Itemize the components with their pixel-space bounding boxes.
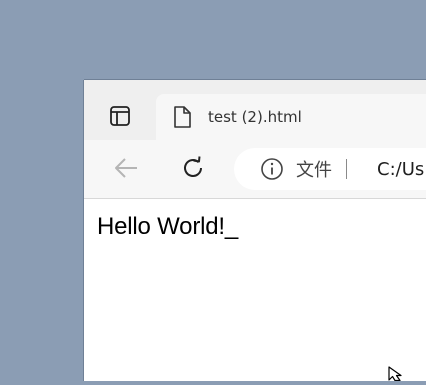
info-icon[interactable] [260,157,284,181]
address-separator [346,159,347,179]
refresh-button[interactable] [175,152,211,188]
back-arrow-icon [113,157,139,183]
page-text: Hello World!_ [97,213,239,240]
tab-actions-icon [109,105,131,131]
tab-active[interactable]: test (2).html [156,94,426,140]
refresh-icon [180,155,206,185]
tab-title: test (2).html [208,108,302,126]
document-icon [172,105,192,129]
tab-actions-button[interactable] [98,100,142,136]
mouse-cursor-icon [388,366,402,382]
back-button[interactable] [108,152,144,188]
address-url[interactable]: C:/Us [377,159,424,180]
browser-window: test (2).html 文件 C:/Us Hello World!_ [84,80,426,381]
address-bar[interactable]: 文件 C:/Us [234,148,426,190]
address-scheme-label: 文件 [296,160,332,181]
tab-strip: test (2).html [84,80,426,140]
browser-toolbar: 文件 C:/Us [84,140,426,199]
page-content: Hello World!_ [84,199,426,381]
